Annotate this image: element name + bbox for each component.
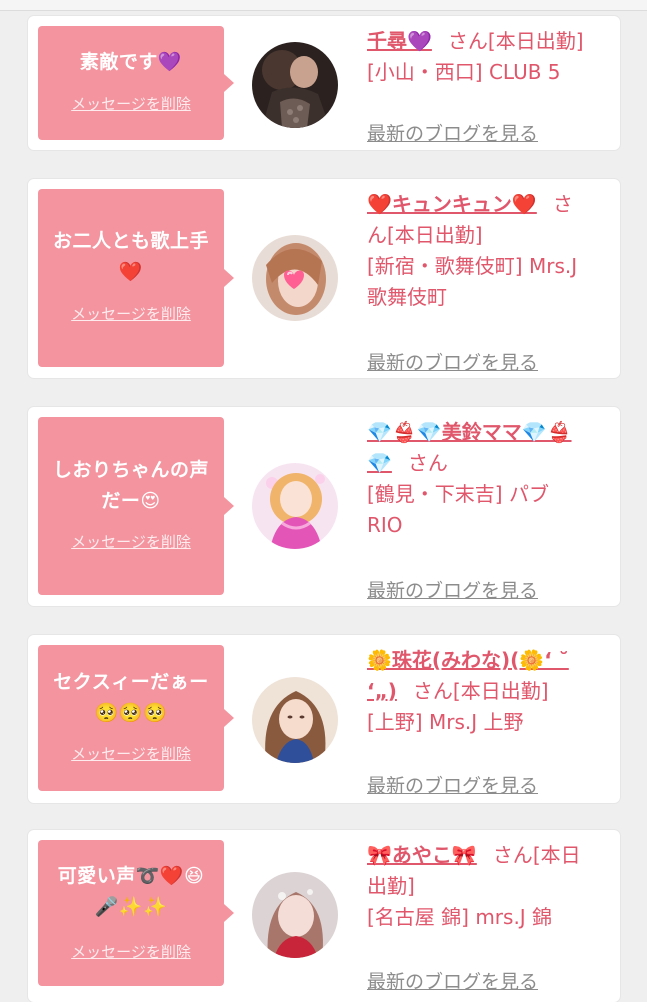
message-text: セクスィーだぁー 🥺🥺🥺 — [53, 671, 209, 724]
message-bubble: セクスィーだぁー 🥺🥺🥺 メッセージを削除 — [38, 645, 234, 791]
cast-avatar[interactable] — [252, 872, 338, 958]
message-text: しおりちゃんの声 だー😍 — [52, 459, 209, 512]
cast-photo-heart-sticker-icon — [252, 235, 338, 321]
honorific: さん — [492, 843, 533, 867]
cast-avatar[interactable] — [252, 235, 338, 321]
cast-info: 🎀あやこ🎀 さん[本日 出勤] [名古屋 錦] mrs.J 錦 — [367, 840, 613, 933]
cast-name-link[interactable]: ❤️キュンキュン❤️ — [367, 192, 537, 216]
cast-photo-long-hair-icon — [252, 677, 338, 763]
cast-photo-pink-dress-icon — [252, 463, 338, 549]
honorific: さ — [552, 192, 573, 216]
shop-name: [小山・西口] CLUB 5 — [367, 60, 561, 84]
message-card: 素敵です💜 メッセージを削除 千尋💜 さん[本日出勤] [小山・西口] CLUB … — [28, 16, 620, 150]
latest-blog-link[interactable]: 最新のブログを見る — [367, 579, 538, 603]
message-bubble: 可愛い声➰❤️😆 🎤✨✨ メッセージを削除 — [38, 840, 234, 986]
message-bubble: 素敵です💜 メッセージを削除 — [38, 26, 234, 140]
cast-avatar[interactable] — [252, 42, 338, 128]
delete-message-link[interactable]: メッセージを削除 — [38, 532, 224, 552]
message-card: しおりちゃんの声 だー😍 メッセージを削除 💎👙💎美鈴ママ💎👙 💎 さん [鶴見・… — [28, 407, 620, 606]
latest-blog-link[interactable]: 最新のブログを見る — [367, 351, 538, 375]
cast-avatar[interactable] — [252, 463, 338, 549]
delete-message-link[interactable]: メッセージを削除 — [38, 942, 224, 962]
message-text: 可愛い声➰❤️😆 🎤✨✨ — [57, 865, 205, 918]
honorific: さん — [407, 451, 448, 475]
shop-name: [名古屋 錦] mrs.J 錦 — [367, 905, 553, 929]
cast-name-link[interactable]: 💎👙💎美鈴ママ💎👙 💎 — [367, 420, 572, 475]
latest-blog-link[interactable]: 最新のブログを見る — [367, 970, 538, 994]
top-divider — [0, 0, 647, 11]
delete-message-link[interactable]: メッセージを削除 — [38, 744, 224, 764]
delete-message-link[interactable]: メッセージを削除 — [38, 304, 224, 324]
latest-blog-link[interactable]: 最新のブログを見る — [367, 774, 538, 798]
attendance-status: [本日出勤] — [452, 679, 549, 703]
cast-avatar[interactable] — [252, 677, 338, 763]
cast-info: ❤️キュンキュン❤️ さ ん[本日出勤] [新宿・歌舞伎町] Mrs.J 歌舞伎町 — [367, 189, 613, 313]
cast-info: 千尋💜 さん[本日出勤] [小山・西口] CLUB 5 — [367, 26, 613, 88]
attendance-status: ん[本日出勤] — [367, 223, 483, 247]
message-text: お二人とも歌上手 ❤️ — [52, 230, 209, 283]
latest-blog-link[interactable]: 最新のブログを見る — [367, 122, 538, 146]
honorific: さん — [412, 679, 453, 703]
shop-name: [新宿・歌舞伎町] Mrs.J 歌舞伎町 — [367, 254, 578, 309]
shop-name: [鶴見・下末吉] パブ RIO — [367, 482, 549, 537]
message-text: 素敵です💜 — [79, 51, 183, 73]
message-bubble: お二人とも歌上手 ❤️ メッセージを削除 — [38, 189, 234, 367]
message-bubble: しおりちゃんの声 だー😍 メッセージを削除 — [38, 417, 234, 595]
message-card: お二人とも歌上手 ❤️ メッセージを削除 ❤️キュンキュン❤️ さ ん[本日出勤]… — [28, 179, 620, 378]
cast-info: 💎👙💎美鈴ママ💎👙 💎 さん [鶴見・下末吉] パブ RIO — [367, 417, 613, 541]
cast-photo-red-dress-icon — [252, 872, 338, 958]
attendance-status: [本日出勤] — [487, 29, 584, 53]
cast-name-link[interactable]: 🎀あやこ🎀 — [367, 843, 477, 867]
honorific: さん — [447, 29, 488, 53]
cast-name-link[interactable]: 千尋💜 — [367, 29, 432, 53]
message-card: セクスィーだぁー 🥺🥺🥺 メッセージを削除 🌼珠花(みわな)(🌼‘ ˘ ‘„) さ… — [28, 635, 620, 803]
message-card: 可愛い声➰❤️😆 🎤✨✨ メッセージを削除 🎀あやこ🎀 さん[本日 出勤] [名古… — [28, 830, 620, 1002]
shop-name: [上野] Mrs.J 上野 — [367, 710, 524, 734]
delete-message-link[interactable]: メッセージを削除 — [38, 94, 224, 114]
cast-info: 🌼珠花(みわな)(🌼‘ ˘ ‘„) さん[本日出勤] [上野] Mrs.J 上野 — [367, 645, 613, 738]
cast-photo-dark-lace-icon — [252, 42, 338, 128]
